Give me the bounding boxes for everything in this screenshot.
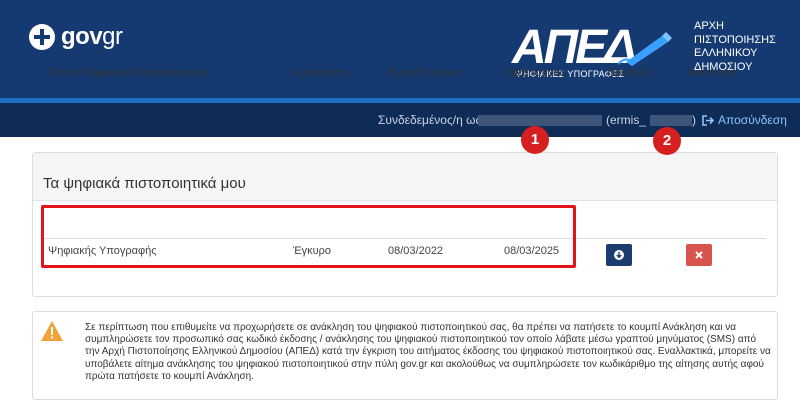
sign-out-icon	[702, 114, 714, 126]
greek-cross-icon	[29, 24, 55, 50]
username-prefix: (ermis_	[606, 113, 647, 127]
col-header-revoke: Ανάκληση	[686, 67, 736, 79]
panel-title: Τα ψηφιακά πιστοποιητικά μου	[43, 175, 246, 192]
logout-label: Αποσύνδεση	[718, 113, 787, 127]
authority-line: ΕΛΛΗΝΙΚΟΥ	[694, 47, 758, 59]
authority-line: ΑΡΧΗ	[694, 20, 724, 32]
highlight-box	[41, 205, 576, 268]
gov-gr-wordmark: govgr	[61, 23, 123, 50]
col-header-type: Τύπος Ψηφιακού Πιστοποιητικού	[48, 67, 208, 79]
warning-alert: Σε περίπτωση που επιθυμείτε να προχωρήσε…	[32, 311, 778, 400]
site-header: govgr ΑΠΕΔ ΨΗΦΙΑΚΕΣ ΥΠΟΓΡΑΦΕΣ ΑΡΧΗ ΠΙΣΤΟ…	[0, 0, 800, 98]
close-icon	[695, 251, 703, 259]
col-header-start: Έναρξη Ισχύος	[388, 67, 462, 79]
warning-message: Σε περίπτωση που επιθυμείτε να προχωρήσε…	[85, 322, 771, 382]
authority-line: ΠΙΣΤΟΠΟΙΗΣΗΣ	[694, 33, 776, 46]
revoke-certificate-button[interactable]	[686, 244, 712, 266]
masked-full-name	[478, 115, 602, 126]
col-header-status: Κατάσταση	[293, 67, 348, 79]
username-suffix: )	[692, 113, 696, 127]
view-certificate-button[interactable]	[606, 244, 632, 266]
annotation-marker-2: 2	[653, 127, 681, 155]
warning-icon	[41, 321, 63, 341]
pen-icon	[618, 32, 672, 66]
gov-gr-logo[interactable]: govgr	[29, 23, 123, 51]
panel-header: Τα ψηφιακά πιστοποιητικά μου	[33, 153, 777, 201]
annotation-marker-1: 1	[521, 126, 549, 154]
arrow-circle-down-icon	[614, 250, 624, 260]
col-header-view: Προβολή	[607, 67, 652, 79]
logged-in-label: Συνδεδεμένος/η ως	[378, 113, 482, 127]
logout-link[interactable]: Αποσύνδεση	[702, 113, 787, 127]
authority-name: ΑΡΧΗ ΠΙΣΤΟΠΟΙΗΣΗΣ ΕΛΛΗΝΙΚΟΥ ΔΗΜΟΣΙΟΥ	[694, 20, 794, 74]
col-header-end: Λήξη Ισχύος	[504, 67, 565, 79]
masked-username	[650, 115, 692, 126]
